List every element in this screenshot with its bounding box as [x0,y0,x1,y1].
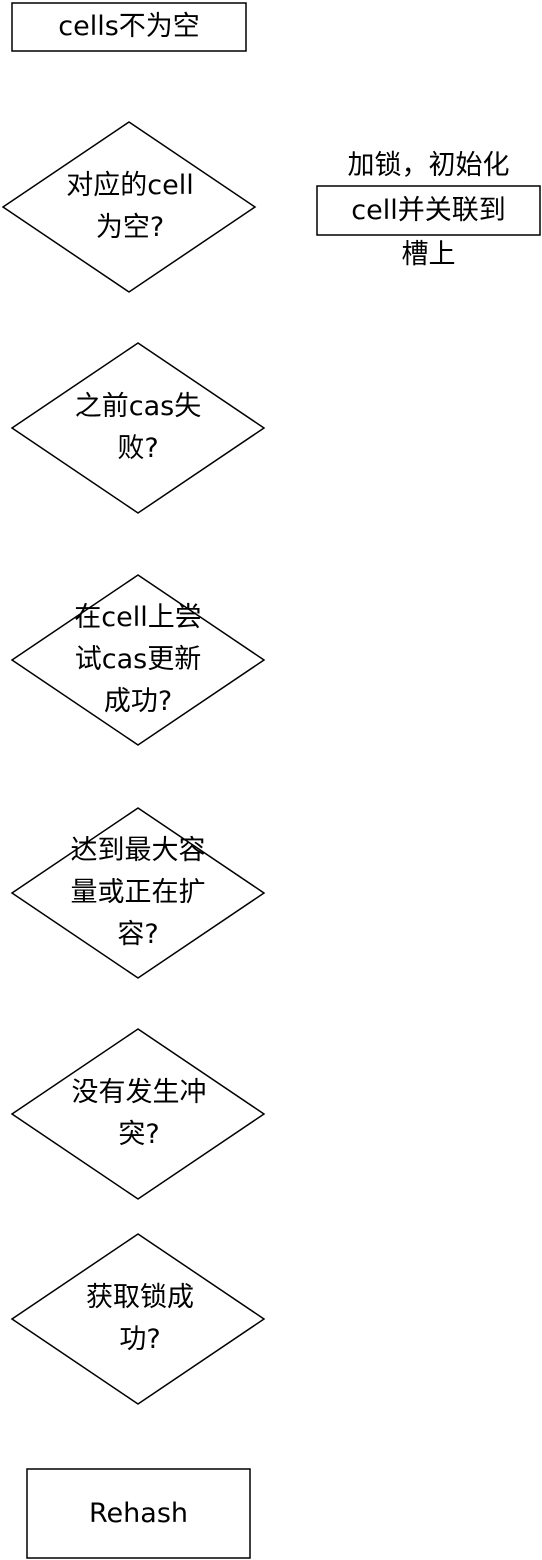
lock-success-question: 获取锁成功? [86,1282,194,1355]
cells-not-empty-label: cells不为空 [58,11,200,42]
capacity-question: 达到最大容量或正在扩容? [70,835,206,950]
no-conflict-question: 没有发生冲突? [71,1077,207,1150]
cas-update-question: 在cell上尝试cas更新成功? [74,602,202,717]
lock-init-line-1: 加锁，初始化 [347,150,510,181]
rehash-label: Rehash [89,1497,188,1529]
cas-failed-question: 之前cas失败? [74,391,202,464]
cell-empty-question: 对应的cell为空? [66,170,194,243]
lock-init-line-3: 槽上 [401,239,456,270]
lock-init-line-2: cell并关联到 [351,195,506,226]
